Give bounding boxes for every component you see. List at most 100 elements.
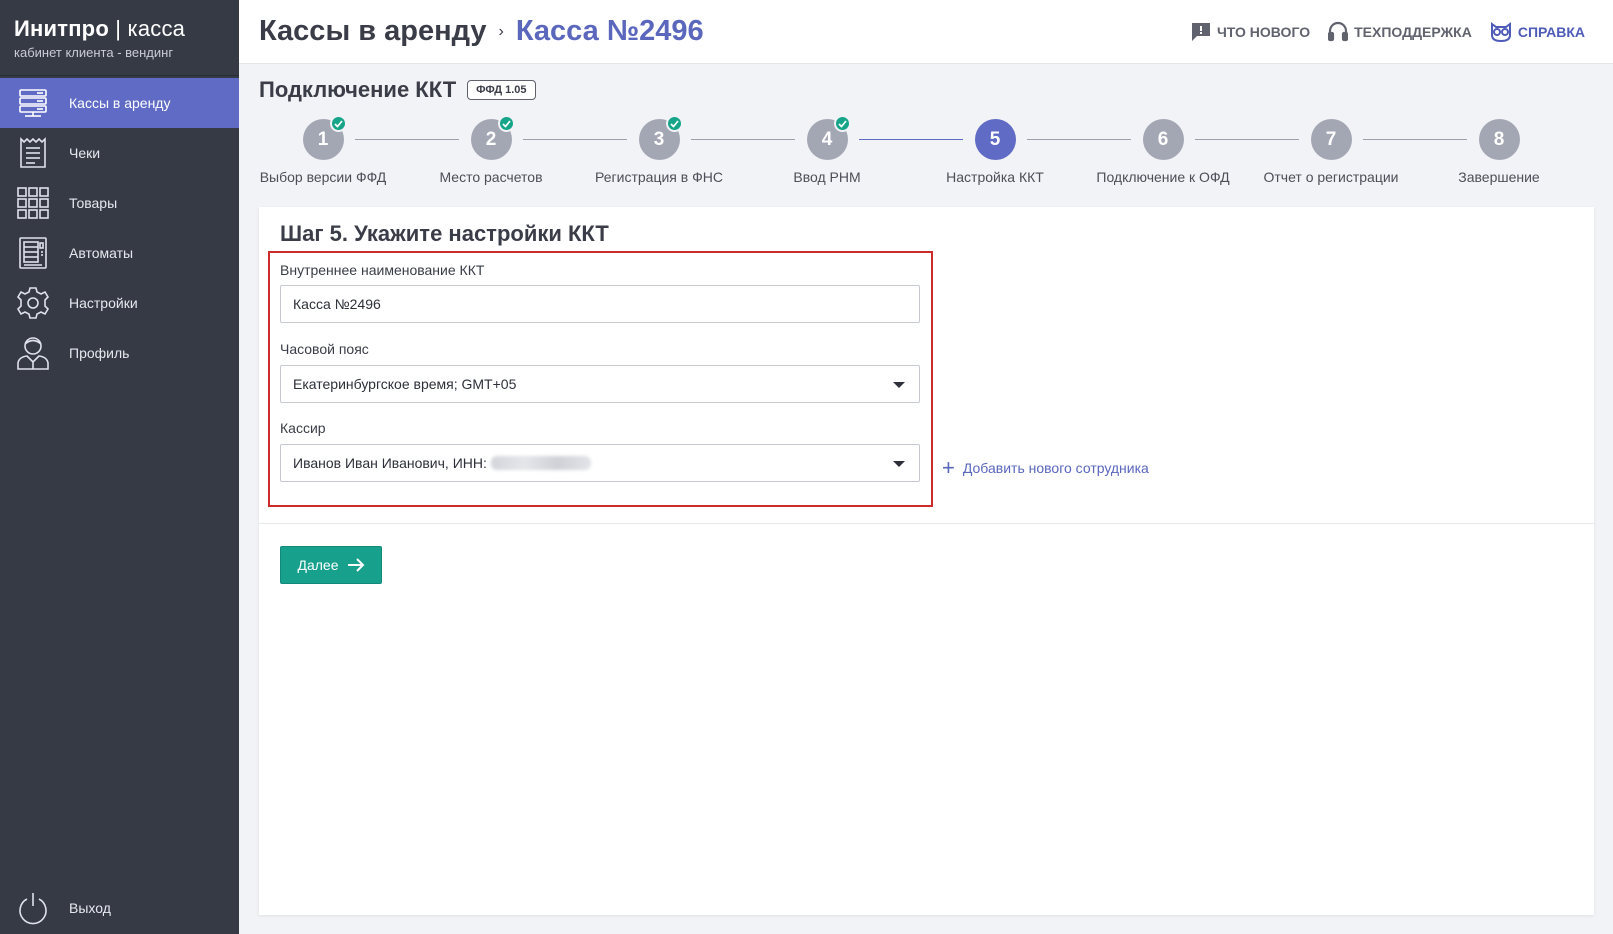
step-label: Регистрация в ФНС <box>595 169 723 185</box>
page-header: Кассы в аренду › Касса №2496 Что нового … <box>239 0 1613 64</box>
user-icon <box>14 334 52 372</box>
brand-title: Инитпро | касса <box>14 16 239 42</box>
step-label: Выбор версии ФФД <box>259 169 387 185</box>
sidebar-item-machines[interactable]: Автоматы <box>0 228 239 278</box>
breadcrumb: Кассы в аренду › Касса №2496 <box>259 15 704 48</box>
server-icon <box>14 84 52 122</box>
power-icon <box>14 889 52 927</box>
help-link[interactable]: Справка <box>1490 22 1585 42</box>
support-label: Техподдержка <box>1354 24 1472 40</box>
step-number-text: 4 <box>821 128 833 150</box>
kkt-name-input[interactable]: Касса №2496 <box>280 285 920 323</box>
brand-separator: | <box>108 16 128 41</box>
step-label: Настройка ККТ <box>946 169 1044 185</box>
step-number: 7 <box>1310 119 1352 160</box>
redacted-inn <box>490 456 591 470</box>
grid-icon <box>14 184 52 222</box>
check-icon <box>665 115 683 132</box>
sidebar-item-label: Настройки <box>69 295 138 311</box>
step-title: Шаг 5. Укажите настройки ККТ <box>280 221 609 246</box>
sidebar-item-rentals[interactable]: Кассы в аренду <box>0 78 239 128</box>
receipt-icon <box>14 134 52 172</box>
step-number: 6 <box>1142 119 1184 160</box>
gear-icon <box>14 284 52 322</box>
check-icon <box>833 115 851 132</box>
step-number-text: 8 <box>1493 128 1505 150</box>
cashier-label: Кассир <box>280 420 326 436</box>
cashier-value: Иванов Иван Иванович, ИНН: <box>293 455 487 471</box>
sidebar-item-label: Чеки <box>69 145 101 161</box>
stepper: 1 Выбор версии ФФД 2 Место расчетов 3 Ре… <box>259 115 1590 196</box>
step-label: Место расчетов <box>439 169 543 185</box>
step-8: 8 Завершение <box>1419 116 1579 185</box>
step-label: Ввод РНМ <box>793 169 861 185</box>
sidebar-item-settings[interactable]: Настройки <box>0 278 239 328</box>
owl-icon <box>1490 22 1512 42</box>
step-number-text: 1 <box>317 128 329 150</box>
step-2[interactable]: 2 Место расчетов <box>411 115 571 185</box>
whats-new-label: Что нового <box>1216 24 1311 40</box>
timezone-label: Часовой пояс <box>280 341 369 357</box>
step-number: 4 <box>806 115 851 160</box>
help-label: Справка <box>1517 24 1585 40</box>
step-6: 6 Подключение к ОФД <box>1083 116 1243 185</box>
step-label: Отчет о регистрации <box>1263 169 1399 185</box>
settings-card: Шаг 5. Укажите настройки ККТ Внутреннее … <box>259 207 1594 915</box>
support-link[interactable]: Техподдержка <box>1328 21 1472 43</box>
section-title: Подключение ККТ ФФД 1.05 <box>259 77 536 103</box>
sidebar-item-label: Профиль <box>69 345 130 361</box>
header-links: Что нового Техподдержка Справка <box>1173 0 1585 64</box>
step-label: Завершение <box>1458 169 1540 185</box>
brand-product: касса <box>127 16 186 41</box>
step-1[interactable]: 1 Выбор версии ФФД <box>243 115 403 185</box>
sidebar-item-products[interactable]: Товары <box>0 178 239 228</box>
vending-machine-icon <box>14 234 52 272</box>
arrow-right-icon <box>347 558 364 572</box>
next-label: Далее <box>297 557 339 573</box>
check-icon <box>497 115 515 132</box>
sidebar-nav: Кассы в аренду Чеки Товары Автоматы Наст… <box>0 78 239 378</box>
add-employee-link[interactable]: + Добавить нового сотрудника <box>942 457 1149 479</box>
logout-label: Выход <box>69 900 111 916</box>
caret-down-icon <box>893 461 905 467</box>
breadcrumb-root[interactable]: Кассы в аренду <box>259 15 487 48</box>
check-icon <box>329 115 347 132</box>
step-number: 8 <box>1478 119 1520 160</box>
logout-button[interactable]: Выход <box>0 882 239 934</box>
step-number-text: 3 <box>653 128 665 150</box>
step-number: 3 <box>638 115 683 160</box>
brand-name: Инитпро <box>14 16 109 41</box>
kkt-name-label: Внутреннее наименование ККТ <box>280 262 485 278</box>
sidebar-item-label: Кассы в аренду <box>69 95 171 111</box>
sidebar-item-profile[interactable]: Профиль <box>0 328 239 378</box>
step-4[interactable]: 4 Ввод РНМ <box>747 115 907 185</box>
timezone-select[interactable]: Екатеринбургское время; GMT+05 <box>280 365 920 403</box>
timezone-value: Екатеринбургское время; GMT+05 <box>293 376 517 392</box>
sidebar-item-label: Товары <box>69 195 118 211</box>
brand-subtitle: кабинет клиента - вендинг <box>14 45 174 60</box>
add-employee-label: Добавить нового сотрудника <box>962 460 1149 476</box>
step-5[interactable]: 5 Настройка ККТ <box>915 116 1075 185</box>
step-number-text: 7 <box>1325 128 1337 150</box>
step-number: 1 <box>302 115 347 160</box>
step-number-text: 6 <box>1157 128 1169 150</box>
sidebar-item-receipts[interactable]: Чеки <box>0 128 239 178</box>
ffd-version-badge: ФФД 1.05 <box>467 80 536 100</box>
kkt-name-value: Касса №2496 <box>293 296 381 312</box>
step-7: 7 Отчет о регистрации <box>1251 116 1411 185</box>
next-button[interactable]: Далее <box>280 546 382 584</box>
divider <box>259 523 1594 524</box>
whats-new-link[interactable]: Что нового <box>1191 22 1310 42</box>
brand[interactable]: Инитпро | касса кабинет клиента - вендин… <box>0 0 239 76</box>
scrollbar[interactable] <box>1599 64 1613 934</box>
breadcrumb-current: Касса №2496 <box>515 15 704 47</box>
step-label: Подключение к ОФД <box>1096 169 1230 185</box>
step-number: 5 <box>974 119 1016 160</box>
headset-icon <box>1328 21 1349 43</box>
plus-icon: + <box>942 455 955 480</box>
cashier-select[interactable]: Иванов Иван Иванович, ИНН: <box>280 444 920 482</box>
step-number-text: 5 <box>989 128 1001 150</box>
page-title: Подключение ККТ <box>259 77 457 102</box>
step-3[interactable]: 3 Регистрация в ФНС <box>579 115 739 185</box>
breadcrumb-separator: › <box>498 22 504 40</box>
